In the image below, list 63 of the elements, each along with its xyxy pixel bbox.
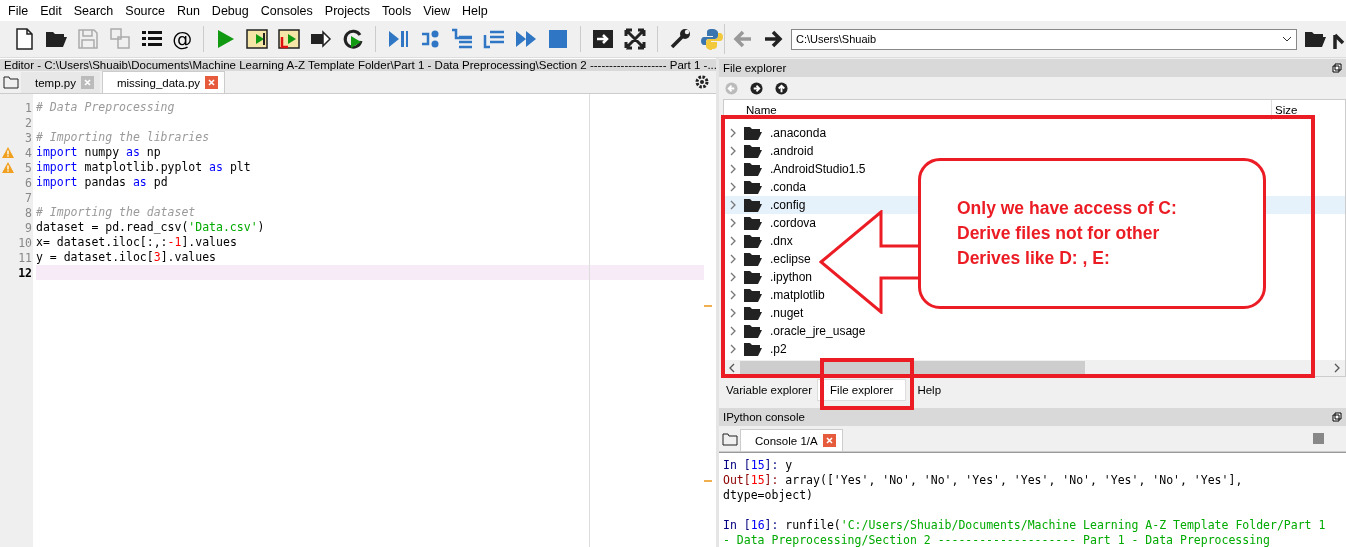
folder-row[interactable]: .matplotlib (730, 286, 910, 304)
menu-item[interactable]: Projects (318, 3, 376, 18)
console-line: In [15]: y (723, 458, 793, 472)
line-number: 3 (25, 130, 32, 145)
folder-row[interactable]: .cordova (730, 214, 910, 232)
code-line: import numpy as np (36, 145, 161, 159)
menu-item[interactable]: Consoles (254, 3, 319, 18)
menu-item[interactable]: View (417, 3, 457, 18)
line-number: 1 (25, 100, 32, 115)
column-header[interactable]: Name (724, 100, 1271, 120)
line-number: 9 (25, 220, 32, 235)
folder-row[interactable]: .oracle_jre_usage (730, 322, 910, 340)
code-line: # Importing the libraries (36, 130, 210, 144)
line-number: 12 (18, 265, 32, 280)
editor-tab[interactable]: temp.py (21, 72, 100, 93)
folder-row[interactable]: .ipython (730, 268, 910, 286)
folder-row[interactable]: .anaconda (730, 124, 910, 142)
line-number: 6 (25, 175, 32, 190)
menu-item[interactable]: Source (119, 3, 171, 18)
console-line: - Data Preprocessing/Section 2 -------------------- Part 1 - Data Preprocessing (723, 533, 1270, 547)
code-line: # Importing the dataset (36, 205, 196, 219)
column-header[interactable]: Size (1271, 100, 1345, 120)
code-line: y = dataset.iloc[3].values (36, 250, 217, 264)
line-number: 4 (25, 145, 32, 160)
folder-row[interactable]: .dnx (730, 232, 910, 250)
line-number: 5 (25, 160, 32, 175)
folder-row[interactable]: .nuget (730, 304, 910, 322)
menu-item[interactable]: Help (456, 3, 494, 18)
editor-tab[interactable]: missing_data.py (101, 71, 226, 93)
folder-row[interactable]: .AndroidStudio1.5 (730, 160, 910, 178)
folder-row[interactable]: .eclipse (730, 250, 910, 268)
menu-item[interactable]: Edit (34, 3, 68, 18)
pane-tab[interactable]: Variable explorer (721, 379, 818, 401)
code-line: import matplotlib.pyplot as plt (36, 160, 251, 174)
line-number: 11 (18, 250, 32, 265)
pane-tab[interactable]: Help (912, 379, 947, 401)
menu-item[interactable]: Debug (205, 3, 255, 18)
code-line: import pandas as pd (36, 175, 168, 189)
code-line: x= dataset.iloc[:,:-1].values (36, 235, 237, 249)
pane-title: IPython console (723, 411, 805, 423)
line-number: 8 (25, 205, 32, 220)
folder-row[interactable]: .conda (730, 178, 910, 196)
menu-item[interactable]: Run (170, 3, 206, 18)
folder-row[interactable]: .android (730, 142, 910, 160)
editor-title: Editor - C:\Users\Shuaib\Documents\Machine Learning A-Z Template Folder\Part 1 - Data Preprocessing\Section 2 -------------------- Part 1 -... (4, 59, 717, 71)
code-line: # Data Preprocessing (36, 100, 175, 114)
console-tab[interactable]: Console 1/A (740, 429, 843, 451)
console-line: In [16]: runfile('C:/Users/Shuaib/Documents/Machine Learning A-Z Template Folder/Part 1 (723, 518, 1326, 532)
pane-title: File explorer (723, 62, 787, 74)
menu-item[interactable]: Search (67, 3, 120, 18)
line-number: 10 (18, 235, 32, 250)
annotation-note: Only we have access of C: Derive files not for other Derives like D: , E: (918, 158, 1266, 309)
line-number: 7 (25, 190, 32, 205)
folder-row[interactable]: .p2 (730, 340, 910, 358)
pane-tab[interactable]: File explorer (817, 379, 907, 401)
menu-item[interactable]: Tools (376, 3, 418, 18)
console-line: dtype=object) (723, 488, 813, 502)
menu-item[interactable]: File (2, 3, 35, 18)
at-button[interactable]: @ (172, 26, 193, 52)
console-line: Out[15]: array(['Yes', 'No', 'No', 'Yes', 'Yes', 'No', 'Yes', 'No', 'Yes'], (723, 473, 1243, 487)
path-combobox[interactable]: C:\Users\Shuaib (791, 28, 1297, 50)
code-line: dataset = pd.read_csv('Data.csv') (36, 220, 265, 234)
line-number: 2 (25, 115, 32, 130)
